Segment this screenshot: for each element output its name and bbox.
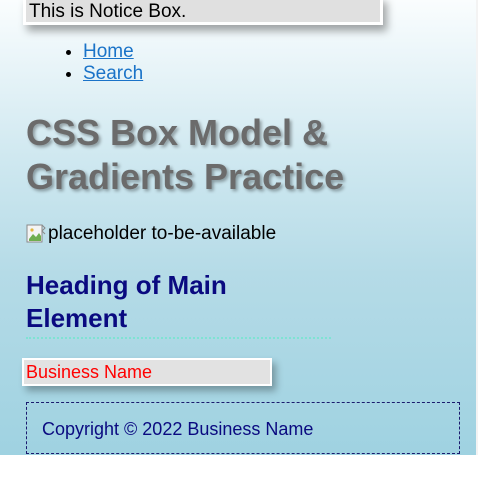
business-name-box: Business Name [22, 358, 272, 386]
notice-text: This is Notice Box. [29, 1, 187, 22]
placeholder-image: placeholder to-be-available [26, 223, 276, 245]
nav-item-home: Home [83, 41, 143, 63]
home-link[interactable]: Home [83, 41, 134, 62]
nav-item-search: Search [83, 63, 143, 85]
nav-list: Home Search [26, 41, 143, 85]
footer: Copyright © 2022 Business Name [26, 402, 460, 454]
broken-image-icon [26, 224, 46, 244]
main-heading: Heading of Main Element [26, 269, 331, 339]
copyright-text: Copyright © 2022 Business Name [42, 419, 314, 439]
business-name: Business Name [26, 362, 153, 382]
page-title: CSS Box Model & Gradients Practice [26, 112, 345, 197]
notice-box: This is Notice Box. [23, 0, 383, 25]
search-link[interactable]: Search [83, 63, 143, 84]
image-alt-text: placeholder to-be-available [48, 223, 277, 244]
